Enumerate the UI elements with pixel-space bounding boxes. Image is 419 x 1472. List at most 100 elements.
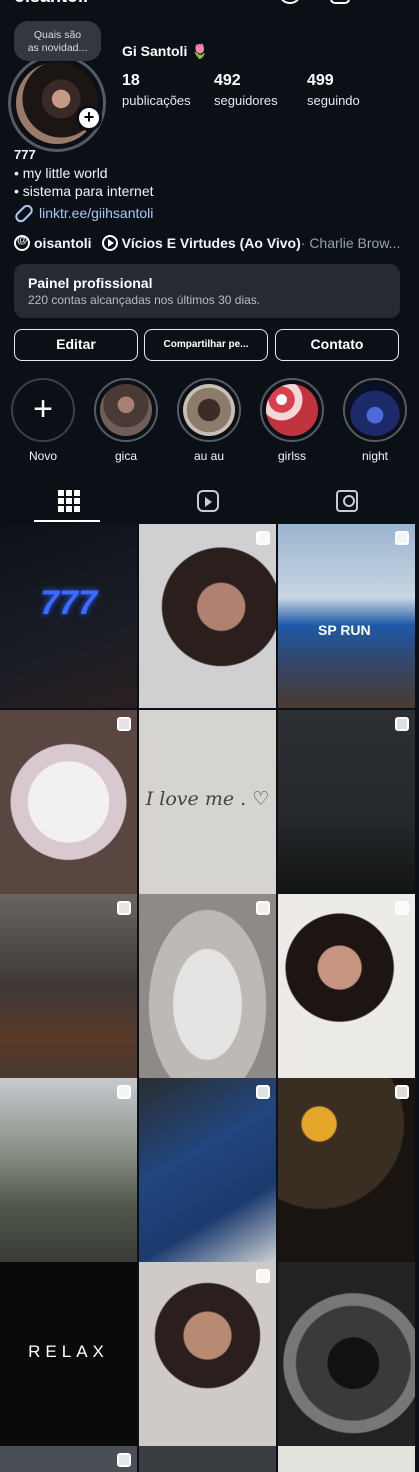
followers-count: 492 [214,72,241,89]
tagged-icon [336,490,358,512]
tab-reels[interactable] [139,484,278,524]
bio: 777 • my little world • sistema para int… [13,146,414,224]
tulip-icon: 🌷 [191,43,209,59]
grid-post[interactable] [278,1446,415,1472]
highlight-ring [260,378,324,442]
grid-post[interactable] [0,710,137,894]
grid-post[interactable] [0,1446,137,1472]
grid-post[interactable] [0,1078,137,1262]
profile-song-artist: · Charlie Brow... [300,235,401,251]
highlight-cover [183,384,235,436]
grid-post[interactable] [139,1446,276,1472]
grid-post[interactable]: I love me . ♡ [139,710,276,894]
music-play-icon [101,235,118,251]
grid-post[interactable] [139,524,276,708]
highlight-night[interactable]: night [342,378,408,463]
create-icon[interactable] [330,0,350,4]
highlight-label: girlss [277,449,306,463]
bio-title: 777 [14,147,36,162]
carousel-icon [117,717,131,731]
grid-post[interactable] [139,894,276,1078]
carousel-icon [117,901,131,915]
carousel-icon [256,531,270,545]
carousel-icon [395,901,409,915]
reels-icon [197,490,219,512]
contact-button[interactable]: Contato [275,329,399,361]
highlight-ring: + [11,378,75,442]
highlight-girlss[interactable]: girlss [259,378,325,463]
dashboard-subtitle: 220 contas alcançadas nos últimos 30 dia… [28,293,261,307]
highlight-new[interactable]: + Novo [10,378,76,463]
post-caption: RELAX [28,1342,109,1361]
grid-post[interactable]: 777 [0,524,137,708]
dashboard-title: Painel profissional [28,275,153,291]
avatar[interactable] [8,54,106,152]
bio-link[interactable]: linktr.ee/giihsantoli [13,202,414,224]
highlight-ring [177,378,241,442]
threads-link[interactable]: oisantoli [34,235,92,251]
carousel-icon [395,531,409,545]
profile-page: oisantoli + Quais são as novidad... Gi S… [0,0,419,1472]
grid-post[interactable] [139,1078,276,1262]
professional-dashboard[interactable]: Painel profissional 220 contas alcançada… [14,264,400,318]
highlight-label: Novo [28,449,57,463]
grid-post[interactable] [139,1262,276,1446]
highlight-au-au[interactable]: au au [176,378,242,463]
posts-label: publicações [122,93,191,108]
bio-line: • my little world [14,165,108,181]
following-count: 499 [307,72,334,89]
followers-stat[interactable]: 492 seguidores [214,72,278,108]
highlight-gica[interactable]: gica [93,378,159,463]
grid-post[interactable] [278,1262,415,1446]
following-label: seguindo [307,93,360,108]
threads-icon[interactable] [280,0,300,4]
note-bubble[interactable]: Quais são as novidad... [14,21,101,61]
profile-name-text: Gi Santoli [122,43,188,59]
add-story-button[interactable]: + [76,105,102,131]
carousel-icon [117,1453,131,1467]
grid-post[interactable]: SP RUN [278,524,415,708]
carousel-icon [256,1085,270,1099]
link-icon [13,202,35,224]
highlight-cover [266,384,318,436]
grid-icon [58,490,80,512]
grid-post[interactable] [0,894,137,1078]
highlight-label: night [361,449,389,463]
profile-handle[interactable]: oisantoli [14,0,88,7]
note-text-line1: Quais são [33,29,82,41]
note-text-line2: as novidad... [27,42,88,54]
highlight-label: au au [193,449,225,463]
post-caption: SP RUN [318,622,371,638]
share-profile-button[interactable]: Compartilhar pe... [144,329,268,361]
profile-tabs [0,484,419,524]
carousel-icon [395,1085,409,1099]
posts-stat[interactable]: 18 publicações [122,72,191,108]
following-stat[interactable]: 499 seguindo [307,72,360,108]
highlight-ring [94,378,158,442]
grid-post[interactable] [278,1078,415,1262]
highlight-ring [343,378,407,442]
followers-label: seguidores [214,93,278,108]
grid-post[interactable] [278,710,415,894]
highlight-cover [349,384,401,436]
tab-posts[interactable] [0,484,139,524]
top-bar: oisantoli [0,0,419,6]
profile-song[interactable]: Vícios E Virtudes (Ao Vivo) [122,235,301,251]
highlight-label: gica [114,449,137,463]
grid-post[interactable]: RELAX [0,1262,137,1446]
avatar-image [16,62,98,144]
profile-name: Gi Santoli 🌷 [122,43,209,60]
bio-line: • sistema para internet [14,183,154,199]
tab-tagged[interactable] [278,484,417,524]
grid-post[interactable] [278,894,415,1078]
post-caption: 777 [40,584,97,622]
active-tab-indicator [34,520,100,522]
plus-icon: + [33,390,53,428]
carousel-icon [117,1085,131,1099]
highlight-cover [100,384,152,436]
post-caption: I love me . ♡ [145,788,270,810]
edit-profile-button[interactable]: Editar [14,329,138,361]
posts-count: 18 [122,72,140,89]
carousel-icon [256,901,270,915]
threads-badge-icon [14,234,30,251]
